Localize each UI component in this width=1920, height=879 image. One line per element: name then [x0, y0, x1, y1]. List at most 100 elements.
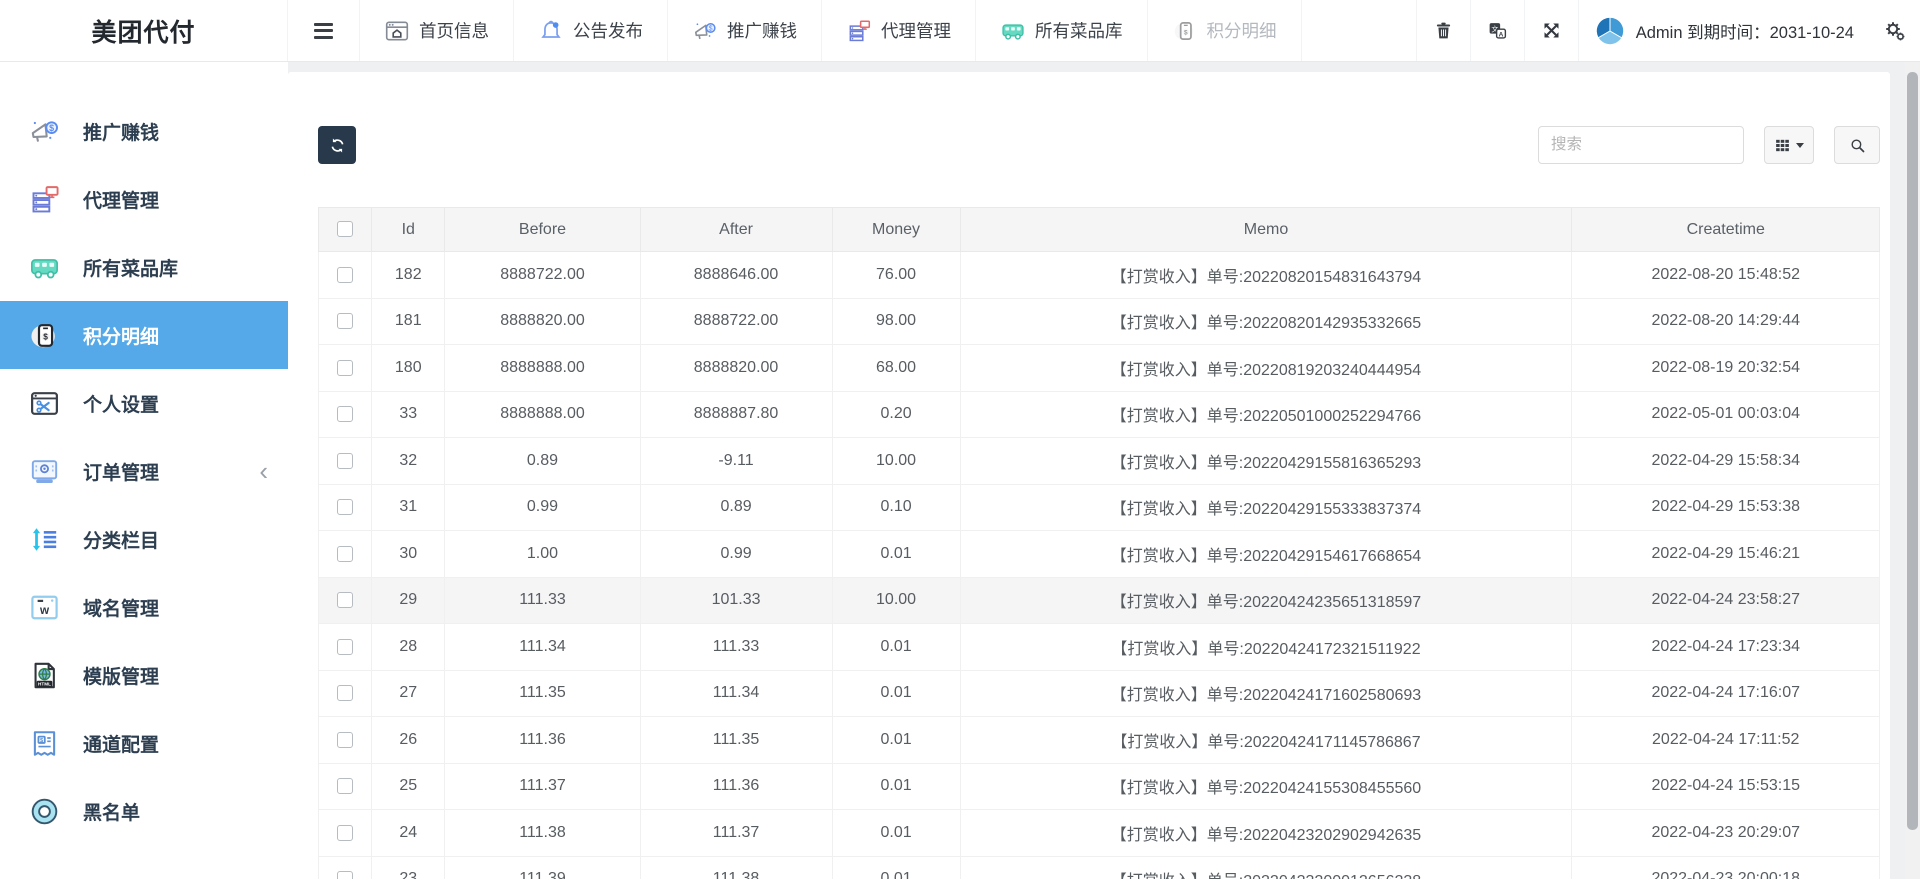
search-button[interactable] [1834, 126, 1880, 164]
sidebar-item-channel[interactable]: $ 通道配置 [0, 709, 288, 777]
cell-before: 8888888.00 [444, 390, 641, 438]
cell-money: 0.01 [831, 716, 961, 764]
row-checkbox[interactable] [337, 685, 354, 702]
table-row: 28 111.34 111.33 0.01 【打赏收入】单号:2022042417232… [317, 623, 1880, 671]
fullscreen-button[interactable] [1523, 0, 1578, 61]
sidebar-item-category[interactable]: 分类栏目 [0, 505, 288, 573]
cell-before: 8888820.00 [444, 297, 641, 345]
trash-button[interactable] [1415, 0, 1470, 61]
cell-memo: 【打赏收入】单号:20220820142935332665 [959, 297, 1573, 345]
cell-createtime: 2022-04-24 17:23:34 [1571, 623, 1880, 671]
cell-id: 23 [371, 855, 446, 879]
sidebar-item-points[interactable]: $ 积分明细 [0, 301, 288, 369]
sidebar-item-blacklist[interactable]: 黑名单 [0, 777, 288, 845]
cell-createtime: 2022-08-20 15:48:52 [1571, 251, 1880, 299]
columns-dropdown-button[interactable] [1764, 126, 1814, 164]
trash-icon [1433, 20, 1454, 41]
sidebar-item-label: 订单管理 [83, 462, 160, 484]
cell-after: 8888820.00 [639, 344, 833, 392]
grid-icon [1774, 137, 1791, 154]
admin-expiry-text: Admin 到期时间：2031-10-24 [1635, 23, 1854, 42]
settings-button[interactable] [1870, 0, 1920, 61]
refresh-button[interactable] [318, 126, 356, 164]
topnav-tab-announcement[interactable]: 公告发布 [514, 0, 668, 61]
sidebar-item-agent[interactable]: 代理管理 [0, 165, 288, 233]
row-checkbox[interactable] [337, 638, 354, 655]
row-checkbox[interactable] [337, 871, 354, 879]
translate-button[interactable]: 文A [1469, 0, 1524, 61]
column-header-id[interactable]: Id [371, 207, 446, 252]
column-header-memo[interactable]: Memo [959, 207, 1573, 252]
row-select-cell [317, 762, 373, 810]
chevron-left-icon[interactable]: ‹ [259, 458, 268, 484]
cell-createtime: 2022-04-23 20:29:07 [1571, 809, 1880, 857]
cell-before: 111.35 [444, 669, 641, 717]
search-input[interactable] [1538, 126, 1744, 164]
column-header-before[interactable]: Before [444, 207, 641, 252]
cell-id: 180 [371, 344, 446, 392]
announcement-icon [538, 18, 564, 44]
app-logo: 美团代付 [0, 0, 288, 61]
cell-id: 27 [371, 669, 446, 717]
cell-createtime: 2022-04-29 15:53:38 [1571, 483, 1880, 531]
row-select-cell [317, 437, 373, 485]
cell-before: 0.89 [444, 437, 641, 485]
row-select-cell [317, 483, 373, 531]
cell-before: 111.37 [444, 762, 641, 810]
cell-memo: 【打赏收入】单号:20220423202902942635 [959, 809, 1573, 857]
sidebar-item-orders[interactable]: 订单管理 ‹ [0, 437, 288, 505]
cell-createtime: 2022-04-24 17:11:52 [1571, 716, 1880, 764]
cell-id: 32 [371, 437, 446, 485]
toolbar-right [1538, 126, 1880, 164]
row-checkbox[interactable] [337, 824, 354, 841]
row-checkbox[interactable] [337, 499, 354, 516]
svg-text:$: $ [49, 122, 54, 132]
sidebar-item-dishes[interactable]: 所有菜品库 [0, 233, 288, 301]
sidebar-toggle-button[interactable] [288, 0, 360, 61]
topnav-tab-home[interactable]: 首页信息 [360, 0, 514, 61]
scrollbar-thumb[interactable] [1907, 72, 1918, 830]
row-checkbox[interactable] [337, 452, 354, 469]
row-checkbox[interactable] [337, 545, 354, 562]
row-checkbox[interactable] [337, 266, 354, 283]
user-menu[interactable]: Admin 到期时间：2031-10-24 [1577, 0, 1870, 61]
cell-memo: 【打赏收入】单号:20220424171602580693 [959, 669, 1573, 717]
cell-after: 111.37 [639, 809, 833, 857]
agent-manage-icon [28, 183, 61, 216]
row-checkbox[interactable] [337, 592, 354, 609]
cell-createtime: 2022-04-29 15:46:21 [1571, 530, 1880, 578]
sidebar-item-profile[interactable]: 个人设置 [0, 369, 288, 437]
topnav-tab-promote[interactable]: $ 推广赚钱 [668, 0, 822, 61]
column-header-money[interactable]: Money [831, 207, 961, 252]
row-checkbox[interactable] [337, 406, 354, 423]
column-header-createtime[interactable]: Createtime [1571, 207, 1880, 252]
cell-memo: 【打赏收入】单号:20220423200012656238 [959, 855, 1573, 879]
agent-manage-icon [846, 18, 872, 44]
topnav-tab-points[interactable]: $ 积分明细 [1148, 0, 1302, 61]
table-row: 26 111.36 111.35 0.01 【打赏收入】单号:2022042417114… [317, 716, 1880, 764]
row-checkbox[interactable] [337, 313, 354, 330]
row-checkbox[interactable] [337, 778, 354, 795]
svg-text:$: $ [709, 25, 713, 32]
cell-memo: 【打赏收入】单号:20220819203240444954 [959, 344, 1573, 392]
gear-icon [1883, 19, 1907, 43]
sidebar-item-domain[interactable]: w 域名管理 [0, 573, 288, 641]
row-checkbox[interactable] [337, 731, 354, 748]
table-row: 33 8888888.00 8888887.80 0.20 【打赏收入】单号:20220… [317, 390, 1880, 438]
cell-id: 33 [371, 390, 446, 438]
cell-memo: 【打赏收入】单号:20220820154831643794 [959, 251, 1573, 299]
column-header-after[interactable]: After [639, 207, 833, 252]
topbar: 美团代付 首页信息 公告发布 $ 推广赚钱 代理管理 所有菜品库 $ 积分明细 文A Admi… [0, 0, 1920, 62]
select-all-checkbox[interactable] [337, 221, 354, 238]
sidebar-item-promote[interactable]: $ 推广赚钱 [0, 97, 288, 165]
sidebar-item-label: 模版管理 [83, 666, 160, 688]
table-row: 27 111.35 111.34 0.01 【打赏收入】单号:2022042417160… [317, 669, 1880, 717]
cell-memo: 【打赏收入】单号:20220429155816365293 [959, 437, 1573, 485]
row-checkbox[interactable] [337, 359, 354, 376]
topnav-tab-agent[interactable]: 代理管理 [822, 0, 976, 61]
table-row: 181 8888820.00 8888722.00 98.00 【打赏收入】单号:202… [317, 297, 1880, 345]
sidebar-item-template[interactable]: HTML 模版管理 [0, 641, 288, 709]
topnav-tab-dishes[interactable]: 所有菜品库 [976, 0, 1148, 61]
table-row: 32 0.89 -9.11 10.00 【打赏收入】单号:202204291558163… [317, 437, 1880, 485]
